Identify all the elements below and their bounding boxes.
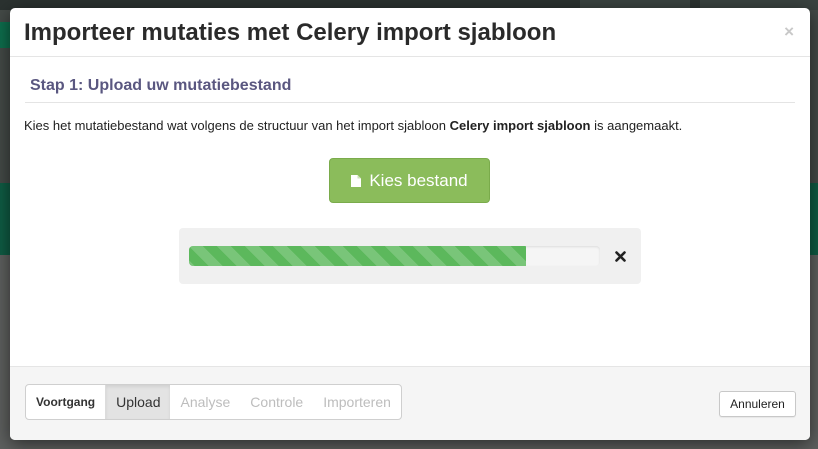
cancel-button[interactable]: Annuleren [719, 391, 796, 417]
progress-bar-fill [189, 246, 527, 266]
step-analyse[interactable]: Analyse [170, 385, 240, 419]
step-divider [25, 102, 795, 103]
step-controle[interactable]: Controle [240, 385, 313, 419]
import-modal: Importeer mutaties met Celery import sja… [10, 8, 810, 440]
upload-progress-panel [179, 228, 641, 284]
cancel-upload-button[interactable] [611, 247, 629, 265]
choose-file-button[interactable]: Kies bestand [329, 158, 490, 203]
progress-bar [189, 246, 600, 266]
modal-title: Importeer mutaties met Celery import sja… [24, 19, 557, 46]
step-importeren[interactable]: Importeren [313, 385, 401, 419]
modal-header: Importeer mutaties met Celery import sja… [10, 8, 810, 57]
description-template-name: Celery import sjabloon [449, 118, 591, 133]
step-heading: Stap 1: Upload uw mutatiebestand [30, 77, 292, 94]
close-icon [614, 250, 626, 262]
close-icon[interactable]: × [784, 22, 794, 42]
file-icon [351, 174, 362, 187]
step-description: Kies het mutatiebestand wat volgens de s… [24, 117, 682, 135]
step-upload[interactable]: Upload [106, 385, 171, 419]
choose-file-label: Kies bestand [369, 170, 468, 190]
modal-footer: Voortgang Upload Analyse Controle Import… [10, 366, 810, 440]
wizard-steps: Voortgang Upload Analyse Controle Import… [25, 384, 402, 420]
description-prefix: Kies het mutatiebestand wat volgens de s… [24, 118, 450, 133]
description-suffix: is aangemaakt. [590, 118, 683, 133]
steps-label: Voortgang [26, 385, 107, 419]
